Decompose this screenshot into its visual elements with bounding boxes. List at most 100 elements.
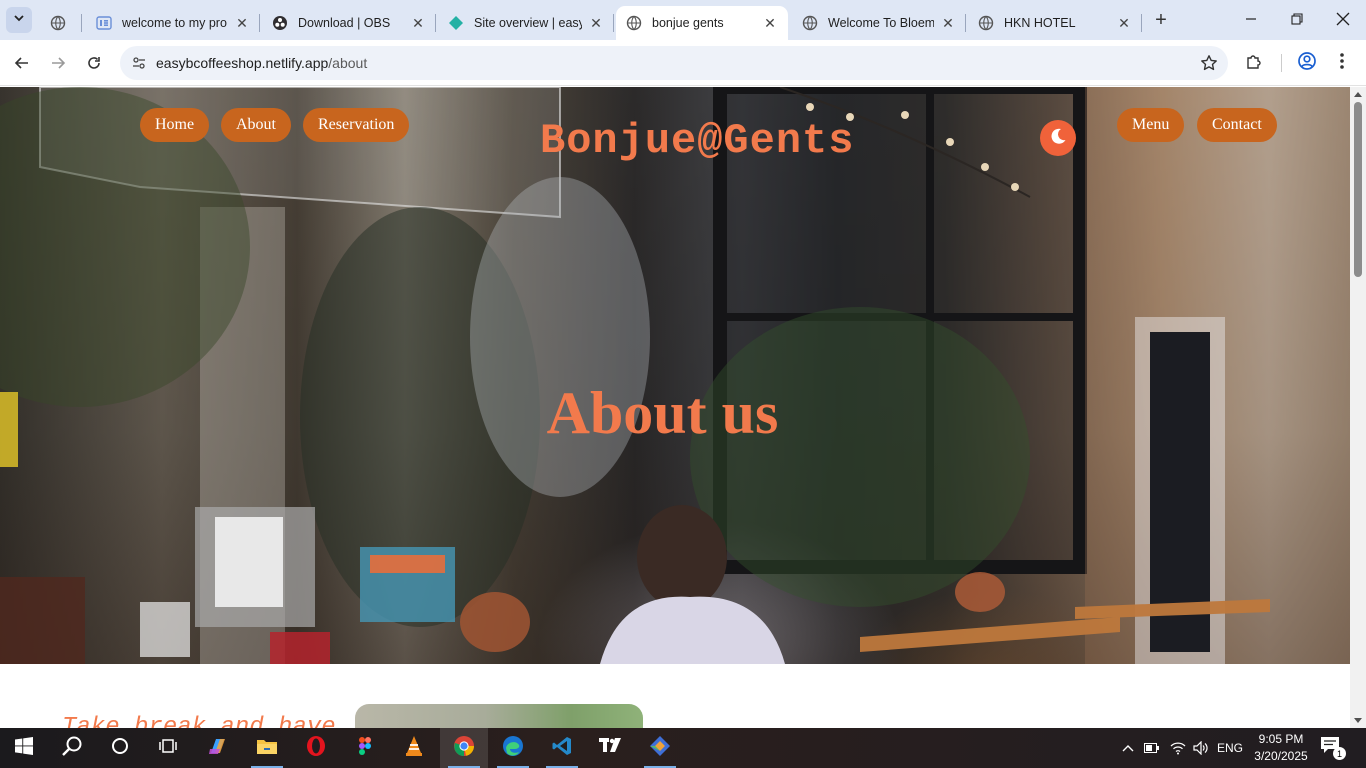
cortana-icon — [111, 737, 129, 760]
close-icon[interactable]: ✕ — [762, 15, 778, 31]
vscode-icon — [551, 735, 573, 762]
close-icon[interactable]: ✕ — [410, 15, 426, 31]
nav-reservation-button[interactable]: Reservation — [303, 108, 410, 142]
file-explorer-button[interactable] — [243, 728, 291, 768]
chrome-menu-button[interactable] — [1330, 51, 1354, 75]
minimize-button[interactable] — [1240, 8, 1262, 30]
bookmark-star-icon[interactable] — [1198, 52, 1220, 74]
account-icon — [1297, 51, 1317, 76]
nav-menu-button[interactable]: Menu — [1117, 108, 1185, 142]
notification-count-badge: 1 — [1333, 747, 1346, 760]
taskbar-search-button[interactable] — [48, 728, 96, 768]
task-view-icon — [159, 737, 177, 760]
globe-icon — [802, 15, 818, 31]
page-scrollbar[interactable] — [1350, 87, 1366, 728]
opera-button[interactable] — [292, 728, 340, 768]
close-icon[interactable]: ✕ — [588, 15, 604, 31]
chevron-down-icon — [13, 11, 25, 29]
windows-taskbar: ENG 9:05 PM 3/20/2025 1 — [0, 728, 1366, 768]
close-icon[interactable]: ✕ — [1116, 15, 1132, 31]
url-text: easybcoffeeshop.netlify.app/about — [156, 55, 367, 71]
moon-icon — [1048, 126, 1068, 151]
tab-title: welcome to my pro — [122, 16, 227, 30]
action-center-button[interactable]: 1 — [1320, 736, 1346, 760]
globe-icon — [50, 15, 66, 31]
cortana-button[interactable] — [96, 728, 144, 768]
kebab-menu-icon — [1339, 52, 1345, 75]
nav-home-button[interactable]: Home — [140, 108, 210, 142]
git-client-button[interactable] — [636, 728, 684, 768]
profile-button[interactable] — [1295, 51, 1319, 75]
close-icon[interactable]: ✕ — [940, 15, 956, 31]
back-button[interactable] — [10, 51, 34, 75]
git-icon — [649, 735, 671, 762]
globe-icon — [978, 15, 994, 31]
taskbar-clock[interactable]: 9:05 PM 3/20/2025 — [1250, 731, 1312, 765]
folder-icon — [256, 736, 278, 761]
tradingview-button[interactable] — [587, 728, 635, 768]
task-view-button[interactable] — [144, 728, 192, 768]
tab-search-button[interactable] — [6, 7, 32, 33]
tab-bloemb[interactable]: Welcome To Bloemb ✕ — [792, 6, 966, 40]
tab-welcome[interactable]: welcome to my pro ✕ — [86, 6, 260, 40]
tab-pinned[interactable] — [40, 6, 82, 40]
page-viewport: Home About Reservation Bonjue@Gents Menu… — [0, 87, 1350, 728]
theme-toggle-button[interactable] — [1040, 120, 1076, 156]
about-image-card — [355, 704, 643, 728]
extensions-button[interactable] — [1242, 51, 1266, 75]
tab-bonjue-gents[interactable]: bonjue gents ✕ — [616, 6, 788, 40]
copilot-icon — [207, 735, 229, 762]
tab-title: Download | OBS — [298, 16, 391, 30]
copilot-button[interactable] — [194, 728, 242, 768]
tab-title: Welcome To Bloemb — [828, 16, 934, 30]
url-host: easybcoffeeshop.netlify.app — [156, 55, 329, 71]
edge-icon — [502, 735, 524, 762]
brand-logo-text[interactable]: Bonjue@Gents — [540, 117, 854, 165]
scroll-up-arrow-icon[interactable] — [1354, 92, 1362, 97]
globe-icon — [626, 15, 642, 31]
nav-contact-button[interactable]: Contact — [1197, 108, 1277, 142]
puzzle-icon — [1245, 52, 1263, 75]
show-hidden-icons-button[interactable] — [1119, 728, 1137, 768]
chevron-up-icon — [1122, 741, 1134, 755]
close-icon[interactable]: ✕ — [234, 15, 250, 31]
clock-date: 3/20/2025 — [1254, 749, 1308, 763]
vlc-button[interactable] — [390, 728, 438, 768]
volume-icon[interactable] — [1191, 728, 1211, 768]
tradingview-icon — [599, 737, 623, 759]
browser-tab-strip: welcome to my pro ✕ Download | OBS ✕ Sit… — [0, 0, 1366, 40]
search-icon — [61, 735, 83, 762]
obs-icon — [272, 15, 288, 31]
figma-icon — [358, 736, 372, 761]
vscode-button[interactable] — [538, 728, 586, 768]
cafe-photo-background — [0, 87, 1350, 664]
hero-title: About us — [546, 380, 779, 446]
scroll-down-arrow-icon[interactable] — [1354, 718, 1362, 723]
netlify-icon — [448, 15, 464, 31]
forward-button[interactable] — [46, 51, 70, 75]
edge-button[interactable] — [489, 728, 537, 768]
vlc-icon — [404, 735, 424, 762]
about-section: Take break and have — [0, 664, 1350, 728]
new-tab-button[interactable]: + — [1150, 9, 1172, 31]
scrollbar-thumb[interactable] — [1354, 102, 1362, 277]
site-info-icon[interactable] — [128, 52, 150, 74]
restore-button[interactable] — [1286, 8, 1308, 30]
reload-button[interactable] — [82, 51, 106, 75]
language-indicator[interactable]: ENG — [1214, 728, 1246, 768]
battery-icon[interactable] — [1142, 728, 1162, 768]
wifi-icon[interactable] — [1167, 728, 1189, 768]
windows-logo-icon — [15, 736, 33, 760]
about-tagline: Take break and have — [62, 714, 336, 728]
address-bar[interactable]: easybcoffeeshop.netlify.app/about — [120, 46, 1228, 80]
tab-site-overview[interactable]: Site overview | easyb ✕ — [438, 6, 614, 40]
tab-obs[interactable]: Download | OBS ✕ — [262, 6, 436, 40]
chrome-taskbar-button[interactable] — [440, 728, 488, 768]
start-button[interactable] — [0, 728, 48, 768]
close-window-button[interactable] — [1332, 8, 1354, 30]
elementor-icon — [96, 15, 112, 31]
tab-hkn-hotel[interactable]: HKN HOTEL ✕ — [968, 6, 1142, 40]
nav-about-button[interactable]: About — [221, 108, 291, 142]
figma-button[interactable] — [341, 728, 389, 768]
clock-time: 9:05 PM — [1258, 732, 1304, 746]
